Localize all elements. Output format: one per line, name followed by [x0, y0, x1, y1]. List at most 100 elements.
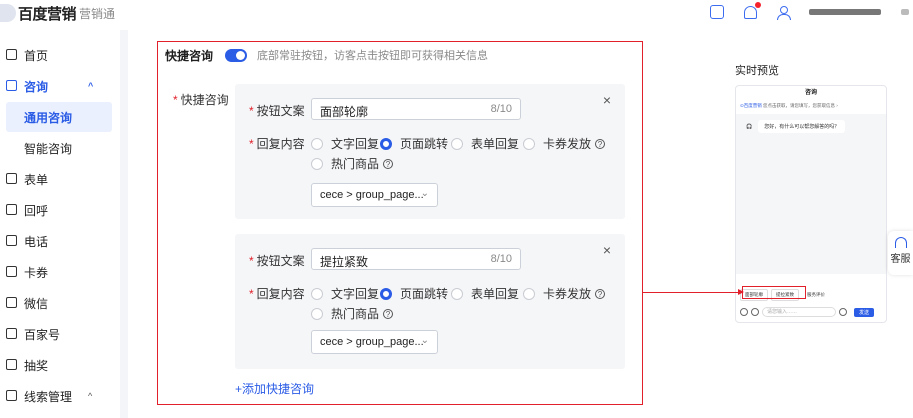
sidebar-item-label: 通用咨询: [24, 110, 73, 125]
radio-circle: [311, 137, 323, 150]
radio-text-reply[interactable]: 文字回复: [311, 135, 379, 152]
sidebar-item-label: 回呼: [24, 203, 49, 218]
chat-icon: [6, 80, 17, 91]
radio-circle: [451, 287, 463, 300]
required-mark: *: [249, 254, 254, 268]
sidebar-item-label: 线索管理: [24, 389, 73, 404]
sidebar-item-wechat[interactable]: 微信: [0, 288, 120, 318]
sidebar-item-general-consult[interactable]: 通用咨询: [6, 102, 112, 132]
quick-consult-toggle-label: 快捷咨询: [165, 48, 214, 63]
brand-subtitle: 营销通: [79, 6, 116, 21]
radio-label: 文字回复: [331, 137, 380, 151]
button-text-input[interactable]: 提拉紧致 8/10: [311, 248, 521, 270]
select-value: cece > group_page...: [320, 189, 424, 201]
radio-circle-selected: [380, 287, 392, 300]
required-mark: *: [249, 104, 254, 118]
baidu-logo-mark: [0, 4, 16, 22]
highlight-arrow: [643, 289, 744, 295]
account-menu[interactable]: [901, 9, 909, 15]
sidebar-item-lottery[interactable]: 抽奖: [0, 350, 120, 380]
sidebar-item-home[interactable]: 首页: [0, 40, 120, 70]
radio-coupon[interactable]: 卡券发放?: [523, 135, 606, 152]
emoji-icon: [740, 308, 748, 316]
radio-circle: [311, 307, 323, 320]
sidebar-item-label: 百家号: [24, 327, 61, 342]
phone-title: 咨询: [804, 90, 817, 96]
form-icon: [6, 173, 17, 184]
sidebar-item-smart-consult[interactable]: 智能咨询: [0, 133, 120, 163]
chevron-down-icon: ⌄: [420, 188, 429, 199]
callback-icon: [6, 204, 17, 215]
username-redacted[interactable]: [809, 9, 881, 15]
radio-circle: [523, 287, 535, 300]
sidebar-item-label: 电话: [24, 234, 49, 249]
close-icon[interactable]: ×: [603, 242, 611, 258]
radio-circle: [311, 157, 323, 170]
coupon-icon: [6, 266, 17, 277]
label-text: 回复内容: [256, 287, 305, 301]
select-value: cece > group_page...: [320, 336, 424, 348]
smile-icon: [839, 308, 847, 316]
preview-quick-button: 服务评价: [802, 289, 830, 301]
radio-form-reply[interactable]: 表单回复: [451, 135, 519, 152]
clipboard-icon[interactable]: [710, 5, 724, 19]
phone-icon: [6, 235, 17, 246]
sidebar-item-phone[interactable]: 电话: [0, 226, 120, 256]
chevron-up-icon: ^: [88, 391, 93, 401]
help-icon[interactable]: ?: [383, 308, 394, 319]
radio-hot-products[interactable]: 热门商品?: [311, 305, 394, 322]
required-mark: *: [249, 287, 254, 301]
sidebar-item-leads[interactable]: 线索管理 ^: [0, 381, 120, 411]
input-value: 面部轮廓: [320, 105, 369, 119]
top-bar: 百度营销 营销通: [0, 0, 913, 30]
page-target-select[interactable]: cece > group_page... ⌄: [311, 183, 438, 207]
page-target-select[interactable]: cece > group_page... ⌄: [311, 330, 438, 354]
phone-input-field: 请您输入……: [762, 307, 836, 317]
logo[interactable]: 百度营销 营销通: [0, 2, 115, 24]
help-icon[interactable]: ?: [595, 288, 606, 299]
help-icon[interactable]: ?: [383, 158, 394, 169]
sidebar-item-label: 咨询: [24, 79, 49, 94]
sidebar-item-label: 微信: [24, 296, 49, 311]
send-button: 发送: [854, 307, 875, 317]
top-actions: [710, 1, 913, 20]
sidebar-item-callback[interactable]: 回呼: [0, 195, 120, 225]
customer-service-float[interactable]: 客服: [888, 231, 913, 275]
required-mark: *: [249, 137, 254, 151]
label-text: 回复内容: [256, 137, 305, 151]
lottery-icon: [6, 359, 17, 370]
notification-dot: [755, 1, 761, 8]
radio-form-reply[interactable]: 表单回复: [451, 285, 519, 302]
sidebar-item-form[interactable]: 表单: [0, 164, 120, 194]
user-icon[interactable]: [777, 5, 791, 20]
radio-coupon[interactable]: 卡券发放?: [523, 285, 606, 302]
radio-label: 表单回复: [471, 287, 520, 301]
chevron-down-icon: ⌄: [420, 335, 429, 346]
sidebar-item-label: 表单: [24, 172, 49, 187]
help-icon[interactable]: ?: [595, 138, 606, 149]
reply-content-label: * 回复内容: [249, 285, 305, 302]
required-mark: *: [173, 93, 178, 107]
radio-page-jump[interactable]: 页面跳转: [380, 285, 448, 302]
sidebar-item-baijiahao[interactable]: 百家号: [0, 319, 120, 349]
baijiahao-icon: [6, 328, 17, 339]
radio-page-jump[interactable]: 页面跳转: [380, 135, 448, 152]
quick-consult-switch[interactable]: [225, 48, 248, 62]
radio-hot-products[interactable]: 热门商品?: [311, 155, 394, 172]
sidebar-item-coupon[interactable]: 卡券: [0, 257, 120, 287]
leads-icon: [6, 390, 17, 401]
add-quick-consult-link[interactable]: +添加快捷咨询: [235, 380, 314, 397]
phone-chat-area: [736, 114, 886, 274]
char-count: 8/10: [490, 103, 512, 115]
sidebar: 首页 咨询 ^ 通用咨询 智能咨询 表单 回呼 电话 卡券 微信 百家号 抽奖 …: [0, 30, 120, 418]
headset-icon: 🎧: [746, 123, 753, 130]
quick-consult-toggle-row: 快捷咨询 底部常驻按钮，访客点击按钮即可获得相关信息: [165, 48, 488, 63]
bell-icon[interactable]: [744, 1, 761, 19]
radio-label: 页面跳转: [400, 137, 449, 151]
quick-consult-field-label: * 快捷咨询: [173, 91, 229, 108]
radio-text-reply[interactable]: 文字回复: [311, 285, 379, 302]
button-text-input[interactable]: 面部轮廓 8/10: [311, 98, 521, 120]
sidebar-item-consult[interactable]: 咨询 ^: [0, 71, 120, 101]
close-icon[interactable]: ×: [603, 92, 611, 108]
phone-greeting: 🎧 您好，有什么可以帮您解答的吗？: [746, 120, 846, 133]
